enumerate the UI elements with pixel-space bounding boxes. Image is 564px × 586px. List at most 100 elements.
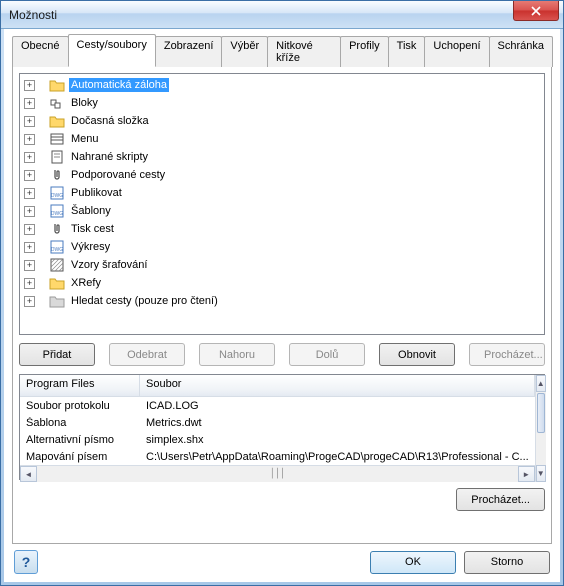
tree-item-label: Podporované cesty [69,168,167,182]
tree-item[interactable]: +DWGVýkresy [20,238,544,256]
table-row[interactable]: Mapování písemC:\Users\Petr\AppData\Roam… [20,448,535,465]
tree-item[interactable]: + Vzory šrafování [20,256,544,274]
refresh-button[interactable]: Obnovit [379,343,455,366]
tree-item[interactable]: +Tisk cest [20,220,544,238]
svg-text:DWG: DWG [51,247,63,253]
cell-file: C:\Users\Petr\AppData\Roaming\ProgeCAD\p… [140,451,535,463]
table-row[interactable]: ŠablonaMetrics.dwt [20,414,535,431]
dialog-window: Možnosti ObecnéCesty/souboryZobrazeníVýb… [0,0,564,586]
close-button[interactable] [513,1,559,21]
expand-icon[interactable]: + [24,278,35,289]
folder-yellow-icon [49,275,65,291]
tree-item[interactable]: +DWGPublikovat [20,184,544,202]
add-button[interactable]: Přidat [19,343,95,366]
tree-item-label: XRefy [69,276,103,290]
tab-profily[interactable]: Profily [340,36,389,67]
help-button[interactable]: ? [14,550,38,574]
table-row[interactable]: Soubor protokoluICAD.LOG [20,397,535,414]
browse-button-2[interactable]: Procházet... [456,488,545,511]
titlebar[interactable]: Možnosti [1,1,563,29]
cell-name: Mapování písem [20,451,140,463]
svg-text:DWG: DWG [51,211,63,217]
clip-icon [49,221,65,237]
tree-item[interactable]: +Dočasná složka [20,112,544,130]
cell-name: Soubor protokolu [20,400,140,412]
lower-button-row: Procházet... [19,488,545,511]
folder-yellow-icon [49,113,65,129]
tab-obecn-[interactable]: Obecné [12,36,69,67]
tree-item[interactable]: +Hledat cesty (pouze pro čtení) [20,292,544,310]
tree-item-label: Nahrané skripty [69,150,150,164]
scroll-left-icon[interactable]: ◄ [20,466,37,482]
table-row[interactable]: Alternativní písmosimplex.shx [20,431,535,448]
expand-icon[interactable]: + [24,188,35,199]
menu-icon [49,131,65,147]
expand-icon[interactable]: + [24,296,35,307]
expand-icon[interactable]: + [24,134,35,145]
tab-cesty-soubory[interactable]: Cesty/soubory [68,34,156,67]
tree-item-label: Automatická záloha [69,78,169,92]
expand-icon[interactable]: + [24,80,35,91]
table-body: Soubor protokoluICAD.LOGŠablonaMetrics.d… [20,397,535,465]
tree-item[interactable]: + Podporované cesty [20,166,544,184]
scroll-thumb[interactable] [537,393,545,433]
expand-icon[interactable]: + [24,116,35,127]
tab-uchopen-[interactable]: Uchopení [424,36,489,67]
down-button: Dolů [289,343,365,366]
tree-item[interactable]: + DWG Šablony [20,202,544,220]
dwg-icon: DWG [49,203,65,219]
client-area: ObecnéCesty/souboryZobrazeníVýběrNitkové… [1,29,563,585]
tree-button-row: Přidat Odebrat Nahoru Dolů Obnovit Proch… [19,343,545,366]
tree-item[interactable]: + Bloky [20,94,544,112]
scroll-up-icon[interactable]: ▲ [536,375,546,392]
tab-nitkov-k-e[interactable]: Nitkové kříže [267,36,341,67]
script-icon [49,149,65,165]
expand-icon[interactable]: + [24,98,35,109]
tree-item[interactable]: + Nahrané skripty [20,148,544,166]
col-header-program-files[interactable]: Program Files [20,375,140,396]
scroll-vtrack[interactable] [536,434,546,465]
tab-schr-nka[interactable]: Schránka [489,36,553,67]
tab-body-paths: + Automatická záloha + Bloky +Dočasná složka… [12,67,552,544]
blocks-icon [49,95,65,111]
tree-item[interactable]: +Menu [20,130,544,148]
cancel-button[interactable]: Storno [464,551,550,574]
dwg-icon: DWG [49,185,65,201]
tab-zobrazen-[interactable]: Zobrazení [155,36,223,67]
tab-v-b-r[interactable]: Výběr [221,36,268,67]
scroll-down-icon[interactable]: ▼ [536,465,546,482]
table-header: Program Files Soubor [20,375,535,397]
close-icon [531,6,541,16]
expand-icon[interactable]: + [24,260,35,271]
vertical-scrollbar[interactable]: ▲ ▼ [535,375,546,482]
dialog-footer: ? OK Storno [12,544,552,574]
expand-icon[interactable]: + [24,224,35,235]
cell-name: Alternativní písmo [20,434,140,446]
cell-file: Metrics.dwt [140,417,535,429]
folder-gray-icon [49,293,65,309]
remove-button: Odebrat [109,343,185,366]
browse-button: Procházet... [469,343,545,366]
expand-icon[interactable]: + [24,152,35,163]
tree-item-label: Bloky [69,96,100,110]
scroll-right-icon[interactable]: ► [518,466,535,482]
tree-item-label: Šablony [69,204,113,218]
files-table[interactable]: Program Files Soubor Soubor protokoluICA… [19,374,545,480]
cell-name: Šablona [20,417,140,429]
tree-item[interactable]: + Automatická záloha [20,76,544,94]
expand-icon[interactable]: + [24,242,35,253]
tree-item[interactable]: + XRefy [20,274,544,292]
expand-icon[interactable]: + [24,206,35,217]
dwg-icon: DWG [49,239,65,255]
horizontal-scrollbar[interactable]: ◄ ׀׀׀ ► [20,465,535,482]
clip-icon [49,167,65,183]
col-header-soubor[interactable]: Soubor [140,375,535,396]
ok-button[interactable]: OK [370,551,456,574]
tree-item-label: Vzory šrafování [69,258,149,272]
hatch-icon [49,257,65,273]
tree-view[interactable]: + Automatická záloha + Bloky +Dočasná složka… [19,73,545,335]
tab-tisk[interactable]: Tisk [388,36,426,67]
expand-icon[interactable]: + [24,170,35,181]
window-title: Možnosti [9,8,513,22]
scroll-track[interactable]: ׀׀׀ [37,466,518,482]
